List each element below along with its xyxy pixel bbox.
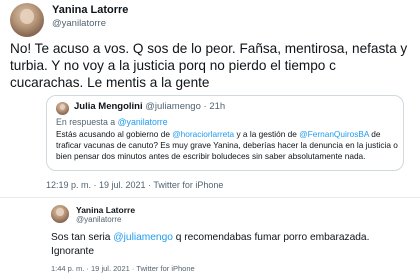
author-handle[interactable]: @yanilatorre <box>52 18 106 29</box>
divider <box>0 197 420 198</box>
quoted-separator: · <box>203 101 207 112</box>
quoted-author-name: Julia Mengolini <box>74 101 143 112</box>
tweet-timestamp[interactable]: 12:19 p. m. · 19 jul. 2021 · Twitter for… <box>46 180 223 190</box>
quoted-time: 21h <box>209 101 226 112</box>
reply-author-name[interactable]: Yanina Latorre <box>76 205 135 215</box>
mention-link-horaciorlarreta[interactable]: @horaciorlarreta <box>172 129 234 139</box>
reply-text-part: Sos tan seria <box>51 232 114 243</box>
mention-link-juliamengo[interactable]: @juliamengo <box>113 232 173 243</box>
quoted-tweet-text: Estás acusando al gobierno de @horaciorl… <box>56 129 402 162</box>
reply-to-mention-link[interactable]: @yanilatorre <box>118 117 168 127</box>
tweet-screenshot: Yanina Latorre @yanilatorre No! Te acuso… <box>0 0 420 280</box>
quoted-tweet-header: Julia Mengolini @juliamengo · 21h <box>74 101 225 112</box>
mention-link-fernanquirosba[interactable]: @FernanQuirosBA <box>299 129 369 139</box>
reply-prefix: En respuesta a <box>56 117 118 127</box>
quoted-tweet-card[interactable]: Julia Mengolini @juliamengo · 21h En res… <box>46 95 404 171</box>
author-avatar[interactable] <box>10 3 44 37</box>
author-name[interactable]: Yanina Latorre <box>52 4 128 16</box>
in-reply-to: En respuesta a @yanilatorre <box>56 117 168 127</box>
reply-author-handle[interactable]: @yanilatorre <box>76 215 121 224</box>
quoted-author-handle: @juliamengo <box>145 101 201 112</box>
quoted-author-avatar <box>56 102 69 115</box>
reply-author-avatar[interactable] <box>51 205 69 223</box>
quoted-text-part: Estás acusando al gobierno de <box>56 129 173 139</box>
reply-timestamp[interactable]: 1:44 p. m. · 19 jul. 2021 · Twitter for … <box>51 264 195 273</box>
quoted-text-part: y a la gestión de <box>234 129 300 139</box>
tweet-text: No! Te acuso a vos. Q sos de lo peor. Fa… <box>10 41 408 90</box>
reply-tweet-text: Sos tan seria @juliamengo q recomendabas… <box>51 231 401 259</box>
